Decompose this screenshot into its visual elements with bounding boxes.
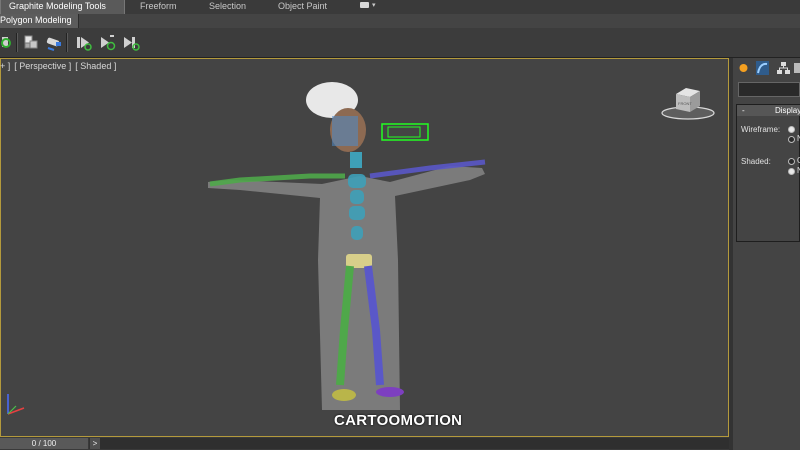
subtab-polygon-modeling[interactable]: Polygon Modeling	[0, 14, 79, 28]
shaded-label: Shaded:	[741, 157, 771, 166]
chevron-down-icon[interactable]: ▾	[372, 1, 376, 9]
tab-graphite-modeling-tools[interactable]: Graphite Modeling Tools	[0, 0, 125, 14]
key-mode-icon[interactable]	[99, 33, 117, 52]
timeline-bar: 0 / 100 >	[0, 437, 729, 450]
bone-spine-4	[351, 226, 363, 240]
tab-selection[interactable]: Selection	[209, 0, 246, 14]
key-filter-icon[interactable]	[75, 33, 93, 52]
command-panel: - Display Wireframe: N Shaded: O N	[733, 58, 800, 450]
wireframe-radio-2[interactable]	[788, 136, 795, 143]
wireframe-radio-1[interactable]	[788, 126, 795, 133]
head-control-inner	[387, 126, 421, 138]
bone-spine-1	[348, 174, 366, 188]
display-rollout-header[interactable]: - Display	[737, 105, 800, 116]
character-model[interactable]	[200, 80, 500, 420]
render-brush-icon[interactable]	[45, 33, 63, 52]
object-cubes-icon[interactable]	[22, 33, 40, 52]
motion-icon[interactable]	[793, 60, 800, 76]
watermark-caption: CARTOOMOTION	[334, 412, 463, 429]
modify-icon[interactable]	[755, 60, 770, 76]
tab-freeform[interactable]: Freeform	[140, 0, 177, 14]
time-slider-next-button[interactable]: >	[89, 438, 100, 449]
bone-neck	[350, 152, 362, 168]
bone-spine-2	[350, 190, 364, 204]
tab-object-paint[interactable]: Object Paint	[278, 0, 327, 14]
key-next-icon[interactable]	[122, 33, 140, 52]
head-bone	[332, 116, 358, 146]
main-toolbar	[0, 28, 800, 58]
ribbon-display-icon[interactable]	[360, 2, 369, 8]
bone-pelvis	[346, 254, 372, 268]
hierarchy-icon[interactable]	[776, 60, 791, 76]
shaded-radio-2[interactable]	[788, 168, 795, 175]
bone-right-foot	[376, 387, 404, 397]
shaded-radio-1[interactable]	[788, 158, 795, 165]
create-sun-icon[interactable]	[736, 60, 751, 76]
toolbar-separator	[16, 33, 18, 52]
head-control-box	[381, 123, 429, 141]
viewcube[interactable]: FRONT	[660, 84, 720, 122]
bone-spine-3	[349, 206, 365, 220]
time-slider[interactable]: 0 / 100	[0, 438, 88, 449]
ribbon-panel-row: Polygon Modeling	[0, 14, 800, 28]
toolbar-separator	[66, 33, 68, 52]
timeline-track[interactable]	[100, 438, 729, 449]
ribbon-tab-bar: Graphite Modeling Tools Freeform Selecti…	[0, 0, 800, 15]
axis-gizmo-icon	[7, 394, 25, 415]
command-panel-tabs	[733, 58, 800, 80]
bone-left-foot	[332, 389, 356, 401]
viewport-label[interactable]: + ][ Perspective ][ Shaded ]	[0, 61, 120, 71]
object-name-field[interactable]	[738, 82, 800, 97]
viewcube-face-label: FRONT	[678, 101, 692, 106]
display-rollout: - Display Wireframe: N Shaded: O N	[736, 104, 800, 242]
wireframe-label: Wireframe:	[741, 125, 781, 134]
